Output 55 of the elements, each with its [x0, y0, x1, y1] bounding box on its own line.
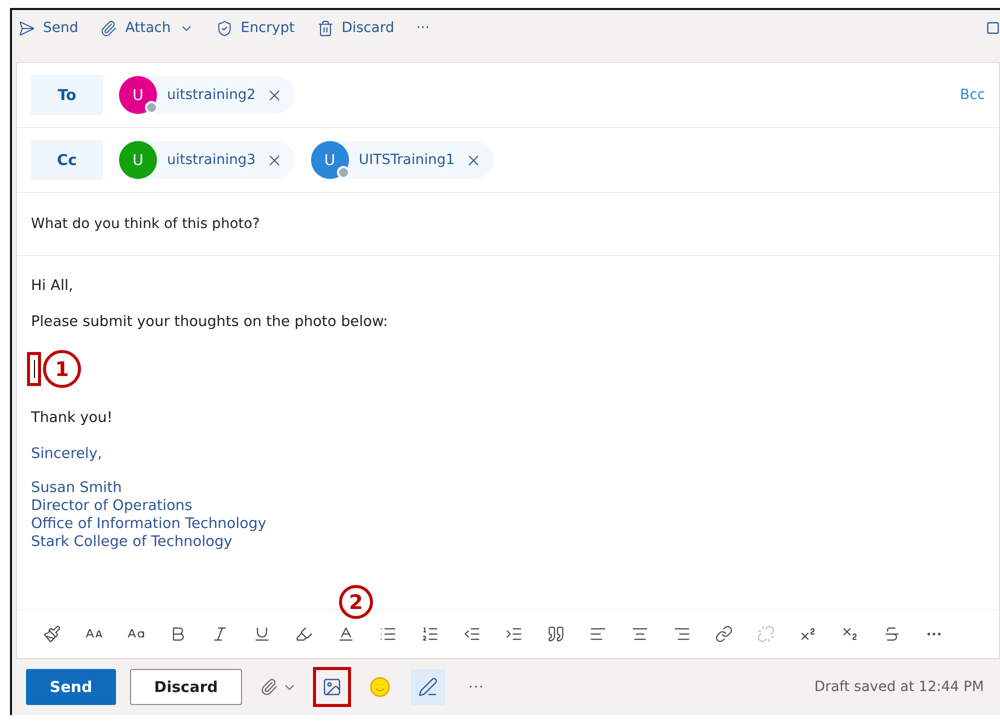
avatar-initial: U [132, 151, 144, 169]
pen-icon [418, 677, 438, 697]
recipient-name: uitstraining3 [167, 152, 256, 168]
paperclip-icon [100, 20, 118, 36]
brush-icon[interactable] [43, 625, 61, 643]
signature-text: Sincerely, [31, 445, 104, 464]
encrypt-button[interactable]: Encrypt [216, 20, 295, 36]
image-icon [322, 677, 342, 697]
avatar-initial: U [324, 151, 336, 169]
send-button[interactable]: Send [26, 669, 116, 705]
more-button[interactable]: ··· [416, 20, 430, 36]
sub-icon[interactable] [841, 625, 859, 643]
draft-status: Draft saved at 12:44 PM [814, 679, 984, 695]
bcc-link[interactable]: Bcc [960, 87, 985, 103]
signature-line: Stark College of Technology [31, 534, 234, 550]
body-text: Please submit your thoughts on the photo below: [31, 313, 389, 332]
step-number: 1 [43, 350, 81, 388]
discard-button[interactable]: Discard [130, 669, 242, 705]
attach-button[interactable]: Attach [100, 20, 194, 36]
send-icon [18, 20, 35, 36]
smiley-icon [369, 676, 391, 698]
trash-icon [316, 20, 334, 36]
signature-line: Office of Information Technology [31, 516, 268, 532]
recipient-label-button[interactable]: To [31, 75, 103, 115]
popout-icon[interactable] [986, 21, 1000, 35]
numbers-icon[interactable] [421, 625, 439, 643]
outdent-icon[interactable] [463, 625, 481, 643]
bullets-icon[interactable] [379, 625, 397, 643]
discard-button[interactable]: Discard [316, 20, 394, 36]
sup-icon[interactable] [799, 625, 817, 643]
recipient-chip[interactable]: U UITSTraining1 [310, 141, 494, 179]
recipient-name: uitstraining2 [167, 87, 256, 103]
recipient-chip[interactable]: U uitstraining2 [119, 76, 295, 114]
editor-button[interactable] [411, 669, 445, 705]
body-text: Hi All, [31, 277, 74, 296]
subject-field[interactable]: What do you think of this photo? [31, 216, 260, 232]
underline-icon[interactable] [253, 625, 271, 643]
strike-icon[interactable] [883, 625, 901, 643]
link-icon[interactable] [715, 625, 733, 643]
recipient-label-button[interactable]: Cc [31, 140, 103, 180]
recipient-name: UITSTraining1 [358, 152, 455, 168]
highlight-frame [313, 667, 351, 707]
signature-line: Susan Smith [31, 480, 123, 496]
quote-icon[interactable] [547, 625, 565, 643]
highlight-icon[interactable] [295, 625, 313, 643]
body-text: Thank you! [31, 409, 114, 428]
signature-line: Director of Operations [31, 498, 194, 514]
paperclip-icon [260, 678, 278, 696]
recipient-chip[interactable]: U uitstraining3 [119, 141, 295, 179]
fontcolor-icon[interactable] [337, 625, 355, 643]
indent-icon[interactable] [505, 625, 523, 643]
avatar-initial: U [132, 86, 144, 104]
shield-icon [216, 20, 233, 36]
more-button[interactable]: ··· [459, 669, 493, 705]
send-button[interactable]: Send [18, 20, 78, 36]
